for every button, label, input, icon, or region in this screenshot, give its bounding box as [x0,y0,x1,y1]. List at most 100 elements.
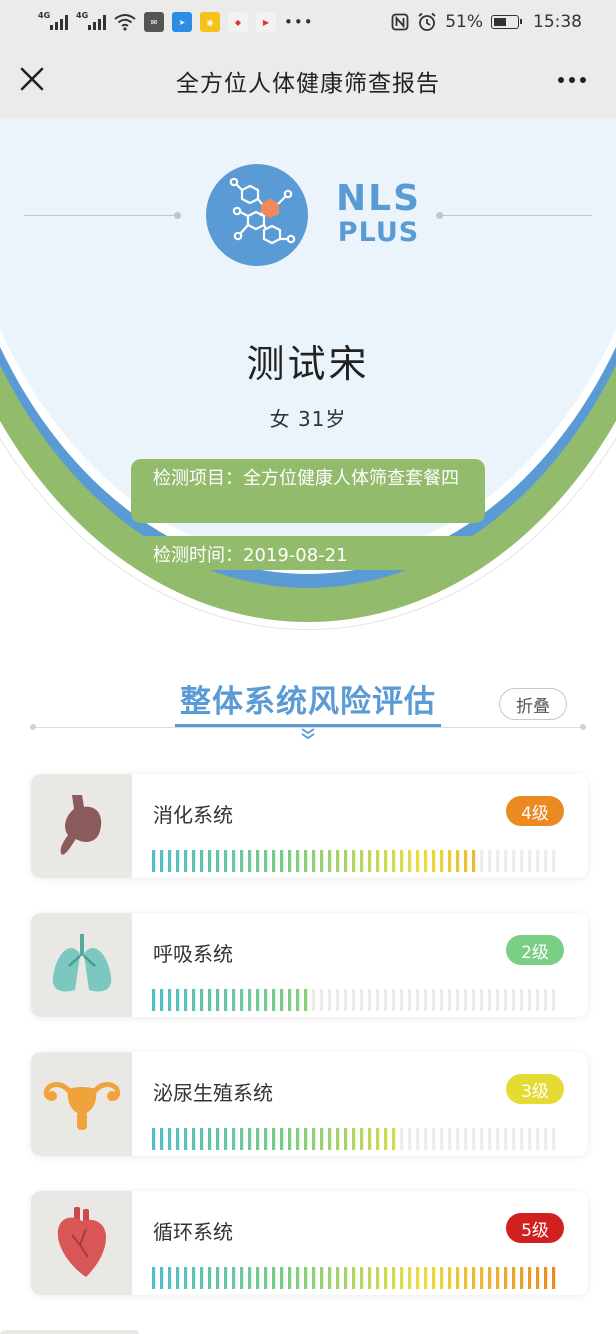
risk-bar-segment-empty [400,1128,404,1150]
close-icon[interactable] [16,63,48,95]
risk-bar-segment-filled [208,1267,212,1289]
risk-bar-segment-filled [352,1128,356,1150]
risk-bar-segment-empty [456,989,460,1011]
risk-bar-segment-filled [320,850,324,872]
system-card-circulatory[interactable]: 循环系统 5级 [31,1191,588,1295]
risk-bar-segment-filled [152,1267,156,1289]
risk-bar-segment-filled [224,989,228,1011]
clock-time: 15:38 [533,12,582,32]
status-bar: 4G 4G ✉ ➤ ◉ ◆ ▶ ••• 51% 15:38 [0,0,616,44]
risk-bar-segment-filled [408,1267,412,1289]
brand-name: NLS [336,178,421,219]
risk-bar-segment-filled [296,989,300,1011]
risk-bar-segment-empty [520,850,524,872]
risk-bar-segment-filled [208,1128,212,1150]
risk-bar-segment-filled [360,1267,364,1289]
risk-bar-segment-empty [448,989,452,1011]
risk-bar-segment-filled [304,850,308,872]
risk-bar-segment-empty [432,989,436,1011]
video-app-icon: ▶ [256,12,276,32]
risk-bar-segment-filled [232,1128,236,1150]
risk-bar-segment-filled [368,1128,372,1150]
risk-bar-segment-empty [408,989,412,1011]
risk-bar-segment-filled [392,1128,396,1150]
system-card-urogenital[interactable]: 泌尿生殖系统 3级 [31,1052,588,1156]
more-options-icon[interactable] [552,64,592,96]
risk-bar-segment-filled [240,850,244,872]
risk-bar-segment-filled [216,850,220,872]
card-icon-area [31,1191,132,1295]
risk-bar-segment-filled [304,1267,308,1289]
risk-bar-segment-filled [312,1128,316,1150]
risk-level-bar [152,850,556,872]
risk-bar-segment-filled [336,1128,340,1150]
risk-bar-segment-filled [376,1128,380,1150]
system-card-respiratory[interactable]: 呼吸系统 2级 [31,913,588,1017]
risk-bar-segment-empty [552,1128,556,1150]
risk-bar-segment-filled [432,850,436,872]
signal-icon: 4G [38,11,68,30]
risk-level-badge: 3级 [506,1074,564,1104]
risk-bar-segment-filled [248,1267,252,1289]
risk-bar-segment-empty [544,850,548,872]
system-name: 消化系统 [153,803,233,827]
risk-level-badge: 2级 [506,935,564,965]
risk-bar-segment-filled [192,989,196,1011]
risk-bar-segment-filled [312,850,316,872]
nav-bar: 全方位人体健康筛查报告 [0,44,616,118]
risk-bar-segment-filled [384,1128,388,1150]
divider-dot [30,724,36,730]
risk-bar-segment-filled [528,1267,532,1289]
risk-bar-segment-empty [344,989,348,1011]
risk-bar-segment-empty [552,850,556,872]
risk-bar-segment-filled [320,1267,324,1289]
risk-bar-segment-filled [184,850,188,872]
risk-bar-segment-empty [504,1128,508,1150]
risk-bar-segment-empty [544,989,548,1011]
risk-bar-segment-empty [416,989,420,1011]
risk-bar-segment-empty [320,989,324,1011]
risk-bar-segment-filled [160,1128,164,1150]
risk-bar-segment-filled [456,1267,460,1289]
brand-subname: PLUS [337,217,420,248]
report-header: NLS PLUS 测试宋 女 31岁 检测项目：全方位健康人体筛查套餐四 检测时… [0,118,616,648]
risk-bar-segment-filled [336,850,340,872]
risk-bar-segment-empty [424,1128,428,1150]
risk-bar-segment-filled [432,1267,436,1289]
collapse-button[interactable]: 折叠 [499,688,567,720]
system-name: 循环系统 [153,1220,233,1244]
risk-bar-segment-filled [416,850,420,872]
risk-bar-segment-filled [216,989,220,1011]
risk-bar-segment-filled [536,1267,540,1289]
risk-bar-segment-filled [344,850,348,872]
risk-bar-segment-empty [496,989,500,1011]
risk-bar-segment-filled [288,989,292,1011]
brand-logo-text: NLS PLUS [336,180,421,248]
risk-bar-segment-filled [176,850,180,872]
risk-bar-segment-empty [400,989,404,1011]
risk-bar-segment-filled [304,1128,308,1150]
system-card-digestive[interactable]: 消化系统 4级 [31,774,588,878]
risk-bar-segment-filled [504,1267,508,1289]
risk-bar-segment-filled [176,1267,180,1289]
risk-bar-segment-filled [440,1267,444,1289]
risk-bar-segment-filled [200,850,204,872]
risk-bar-segment-filled [176,1128,180,1150]
risk-bar-segment-filled [184,989,188,1011]
risk-bar-segment-empty [488,989,492,1011]
divider [440,215,592,216]
risk-bar-segment-empty [544,1128,548,1150]
risk-bar-segment-filled [192,1128,196,1150]
risk-bar-segment-empty [392,989,396,1011]
risk-bar-segment-filled [368,850,372,872]
risk-bar-segment-filled [280,989,284,1011]
risk-bar-segment-filled [352,1267,356,1289]
risk-bar-segment-filled [296,850,300,872]
risk-bar-segment-empty [504,850,508,872]
risk-bar-segment-filled [496,1267,500,1289]
risk-level-bar [152,1267,556,1289]
risk-bar-segment-filled [232,1267,236,1289]
system-name: 泌尿生殖系统 [153,1081,273,1105]
risk-bar-segment-filled [224,850,228,872]
risk-bar-segment-filled [512,1267,516,1289]
